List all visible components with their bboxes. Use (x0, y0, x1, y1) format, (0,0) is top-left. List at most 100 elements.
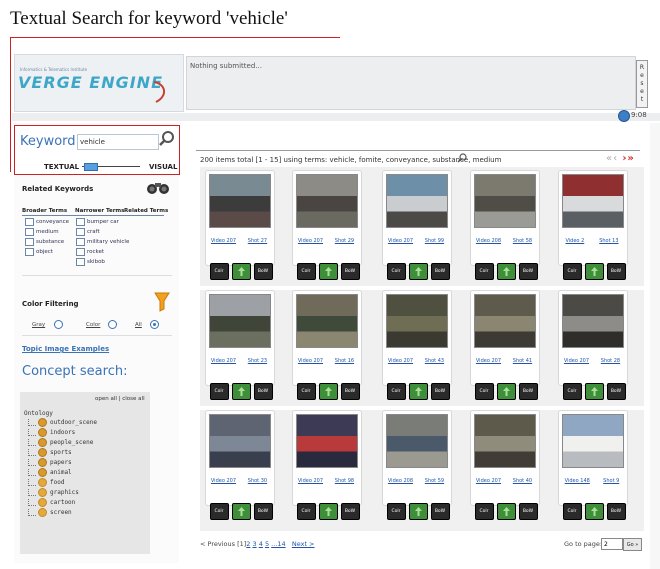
next-arrows-icon[interactable]: ›» (622, 153, 635, 164)
bow-search-button[interactable]: BoW (606, 503, 626, 520)
color-search-button[interactable]: Colr (209, 503, 229, 520)
similar-search-button[interactable] (408, 263, 428, 280)
mode-slider-handle[interactable] (84, 163, 98, 171)
ontology-item[interactable]: outdoor_scene (28, 418, 97, 427)
broader-term[interactable]: substance (25, 238, 64, 246)
video-link[interactable]: Video 207 (564, 358, 589, 364)
broader-term[interactable]: medium (25, 228, 59, 236)
shot-link[interactable]: Shot 43 (425, 358, 444, 364)
keyword-input[interactable] (77, 134, 159, 150)
ontology-item[interactable]: graphics (28, 488, 79, 497)
bow-search-button[interactable]: BoW (518, 383, 538, 400)
video-link[interactable]: Video 207 (211, 478, 236, 484)
color-option-color-label[interactable]: Color (86, 322, 100, 328)
color-search-button[interactable]: Colr (386, 383, 406, 400)
page-link[interactable]: 2 (246, 540, 250, 548)
result-thumbnail[interactable] (562, 174, 624, 228)
bow-search-button[interactable]: BoW (253, 263, 273, 280)
shot-link[interactable]: Shot 99 (425, 238, 444, 244)
shot-link[interactable]: Shot 29 (335, 238, 354, 244)
goto-page-input[interactable] (601, 538, 623, 550)
shot-link[interactable]: Shot 27 (248, 238, 267, 244)
similar-search-button[interactable] (496, 503, 516, 520)
ontology-item[interactable]: cartoon (28, 498, 75, 507)
color-search-button[interactable]: Colr (386, 263, 406, 280)
color-option-gray-radio[interactable] (54, 320, 63, 329)
similar-search-button[interactable] (408, 383, 428, 400)
color-search-button[interactable]: Colr (562, 503, 582, 520)
topic-image-examples-link[interactable]: Topic Image Examples (22, 345, 109, 353)
similar-search-button[interactable] (231, 503, 251, 520)
result-thumbnail[interactable] (562, 294, 624, 348)
color-search-button[interactable]: Colr (562, 383, 582, 400)
reset-button[interactable]: R e s e t (636, 60, 648, 108)
color-search-button[interactable]: Colr (296, 263, 316, 280)
similar-search-button[interactable] (318, 503, 338, 520)
shot-link[interactable]: Shot 30 (248, 478, 267, 484)
broader-term[interactable]: conveyance (25, 218, 69, 226)
result-thumbnail[interactable] (474, 414, 536, 468)
page-link[interactable]: 5 (265, 540, 269, 548)
video-link[interactable]: Video 148 (565, 478, 590, 484)
shot-link[interactable]: Shot 28 (601, 358, 620, 364)
video-link[interactable]: Video 207 (388, 238, 413, 244)
ontology-item[interactable]: indoors (28, 428, 75, 437)
similar-search-button[interactable] (408, 503, 428, 520)
color-search-button[interactable]: Colr (474, 263, 494, 280)
shot-link[interactable]: Shot 58 (513, 238, 532, 244)
result-thumbnail[interactable] (386, 414, 448, 468)
similar-search-button[interactable] (231, 383, 251, 400)
prev-arrows-icon[interactable]: «‹ (606, 153, 618, 164)
search-icon[interactable] (457, 153, 467, 163)
video-link[interactable]: Video 207 (476, 478, 501, 484)
clock-icon[interactable] (618, 110, 630, 122)
scrollbar[interactable] (650, 123, 660, 569)
video-link[interactable]: Video 207 (211, 238, 236, 244)
result-thumbnail[interactable] (386, 294, 448, 348)
bow-search-button[interactable]: BoW (253, 383, 273, 400)
similar-search-button[interactable] (584, 503, 604, 520)
page-link[interactable]: 4 (259, 540, 263, 548)
goto-page-button[interactable]: Go » (623, 538, 642, 551)
ontology-item[interactable]: animal (28, 468, 72, 477)
video-link[interactable]: Video 207 (298, 238, 323, 244)
narrower-term[interactable]: craft (76, 228, 100, 236)
ontology-item[interactable]: food (28, 478, 64, 487)
ontology-item[interactable]: screen (28, 508, 72, 517)
video-link[interactable]: Video 208 (476, 238, 501, 244)
result-thumbnail[interactable] (562, 414, 624, 468)
narrower-term[interactable]: bumper car (76, 218, 119, 226)
broader-term[interactable]: object (25, 248, 53, 256)
result-thumbnail[interactable] (209, 174, 271, 228)
bow-search-button[interactable]: BoW (606, 263, 626, 280)
video-link[interactable]: Video 207 (298, 358, 323, 364)
result-thumbnail[interactable] (386, 174, 448, 228)
result-thumbnail[interactable] (474, 294, 536, 348)
page-link[interactable]: ...14 (271, 540, 285, 548)
video-link[interactable]: Video 208 (388, 478, 413, 484)
results-nav[interactable]: «‹ ›» (606, 153, 635, 164)
ontology-open-close-links[interactable]: open all | close all (95, 396, 145, 402)
similar-search-button[interactable] (496, 383, 516, 400)
color-search-button[interactable]: Colr (296, 383, 316, 400)
color-search-button[interactable]: Colr (474, 383, 494, 400)
bow-search-button[interactable]: BoW (430, 503, 450, 520)
similar-search-button[interactable] (318, 263, 338, 280)
color-search-button[interactable]: Colr (386, 503, 406, 520)
similar-search-button[interactable] (584, 383, 604, 400)
bow-search-button[interactable]: BoW (518, 503, 538, 520)
color-search-button[interactable]: Colr (296, 503, 316, 520)
narrower-term[interactable]: military vehicle (76, 238, 129, 246)
bow-search-button[interactable]: BoW (340, 383, 360, 400)
search-icon[interactable] (158, 130, 176, 148)
result-thumbnail[interactable] (296, 294, 358, 348)
result-thumbnail[interactable] (296, 414, 358, 468)
bow-search-button[interactable]: BoW (430, 383, 450, 400)
similar-search-button[interactable] (584, 263, 604, 280)
narrower-term[interactable]: skibob (76, 258, 105, 266)
shot-link[interactable]: Shot 98 (335, 478, 354, 484)
bow-search-button[interactable]: BoW (340, 263, 360, 280)
result-thumbnail[interactable] (209, 414, 271, 468)
bow-search-button[interactable]: BoW (430, 263, 450, 280)
result-thumbnail[interactable] (296, 174, 358, 228)
